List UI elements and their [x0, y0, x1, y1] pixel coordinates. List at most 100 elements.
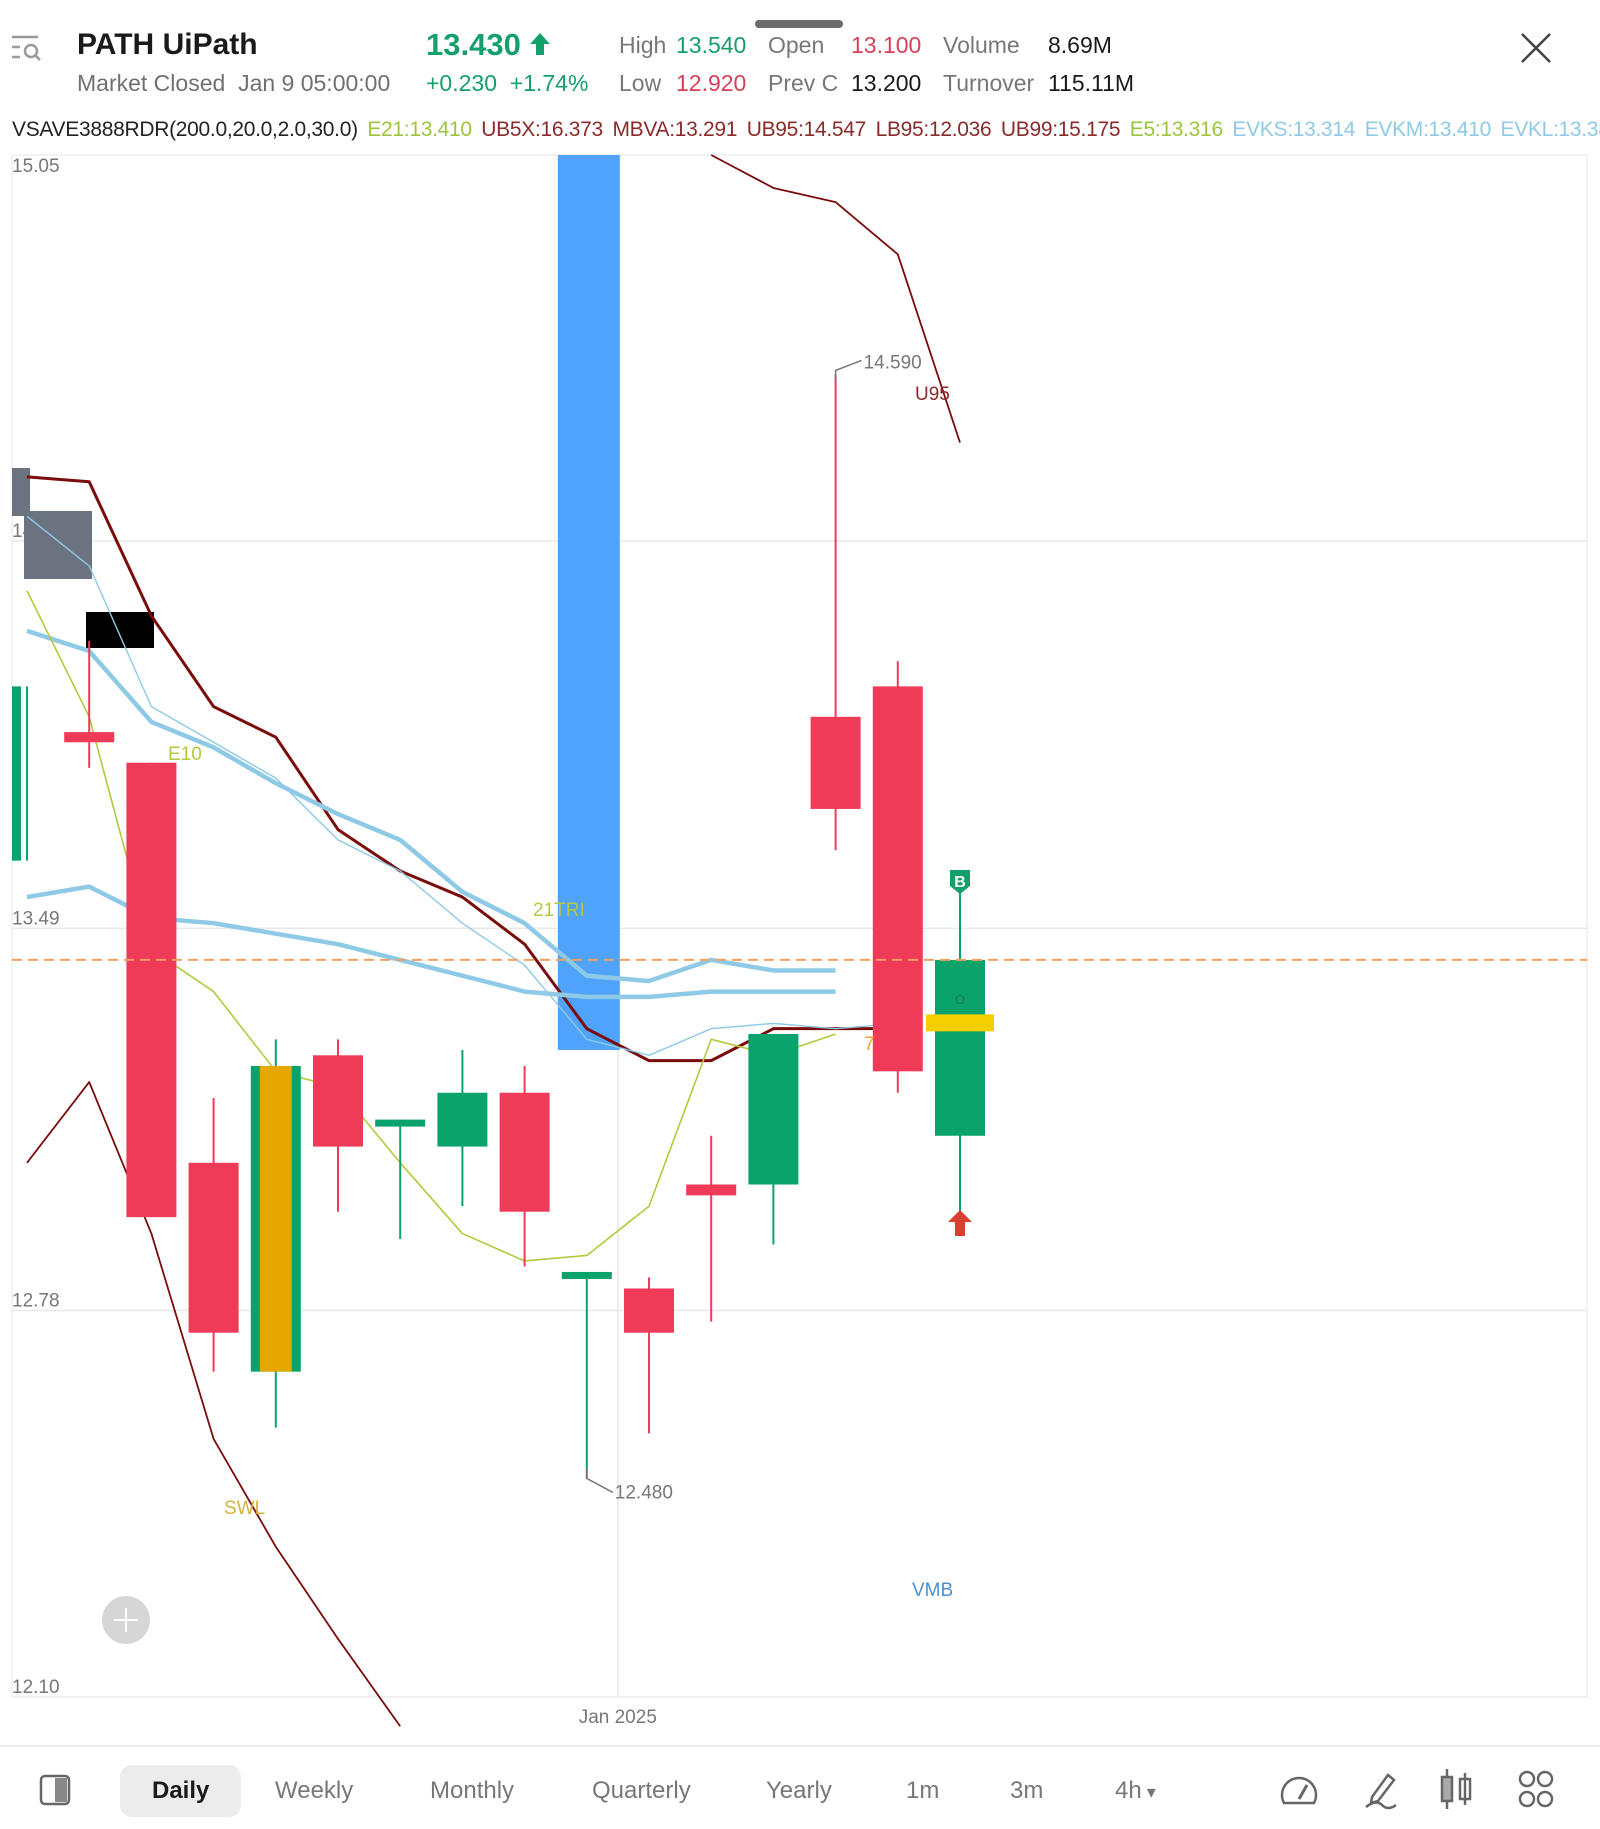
- annotation-21tri: 21TRI: [533, 900, 585, 921]
- close-icon[interactable]: [1518, 30, 1554, 66]
- candle-body: [748, 1033, 799, 1185]
- candle-body: [64, 732, 115, 743]
- indicator-bar[interactable]: VSAVE3888RDR(200.0,20.0,2.0,30.0) E21:13…: [12, 118, 1600, 142]
- price-change: +0.230 +1.74%: [426, 70, 588, 97]
- tab-label: Daily: [152, 1777, 210, 1804]
- stock-title: PATH UiPath: [77, 28, 258, 62]
- candle-body: [935, 959, 985, 1136]
- candle-body: [810, 716, 861, 809]
- ticker-symbol: PATH: [77, 28, 155, 61]
- indicator-value: E21:13.410: [361, 118, 472, 141]
- plus-circle-icon[interactable]: [102, 1596, 150, 1644]
- indicator-value: UB5X:16.373: [475, 118, 603, 141]
- tab-quarterly[interactable]: Quarterly: [592, 1777, 691, 1805]
- candle-body: [872, 686, 923, 1072]
- indicator-value: EVKM:13.410: [1359, 118, 1492, 141]
- low-label: Low: [619, 70, 662, 96]
- annotation-e10: E10: [168, 744, 202, 765]
- volume-label: Volume: [943, 32, 1020, 58]
- status-text: Market Closed: [77, 70, 226, 96]
- indicator-value: E5:13.316: [1124, 118, 1223, 141]
- y-tick-label: 15.05: [12, 156, 60, 177]
- yellow-level-marker: [926, 1014, 994, 1032]
- buy-signal-label: B: [954, 874, 966, 891]
- candle-body: [499, 1092, 550, 1212]
- candlestick-type-icon[interactable]: [1438, 1767, 1474, 1811]
- y-tick-label: 13.49: [12, 908, 60, 929]
- candle-body: [188, 1162, 239, 1333]
- turnover-label: Turnover: [943, 70, 1035, 96]
- arrow-up-signal-icon: [948, 1210, 972, 1236]
- last-price: 13.430: [426, 27, 551, 63]
- tab-monthly[interactable]: Monthly: [430, 1777, 514, 1805]
- list-search-icon[interactable]: [10, 34, 44, 62]
- y-tick-label: 12.10: [12, 1677, 60, 1698]
- annotation-u95: U95: [915, 384, 950, 405]
- candle-body: [12, 686, 21, 861]
- y-tick-label: 12.78: [12, 1291, 60, 1312]
- low-marker-line: [586, 1468, 614, 1494]
- last-price-value: 13.430: [426, 27, 521, 62]
- header: PATH UiPath Market Closed Jan 9 05:00:00…: [0, 0, 1600, 120]
- low-value: 12.920: [676, 70, 747, 96]
- annotation-7: 7: [864, 1034, 875, 1055]
- prev-close-value: 13.200: [851, 70, 922, 96]
- open-label: Open: [768, 32, 825, 58]
- tab-label: Quarterly: [592, 1777, 691, 1804]
- candle-body: [624, 1288, 674, 1333]
- x-tick-label: Jan 2025: [579, 1707, 657, 1728]
- candle-body: [437, 1092, 488, 1147]
- change-value: +0.230: [426, 70, 497, 96]
- annotation-vmb: VMB: [912, 1580, 953, 1601]
- indicator-value: MBVA:13.291: [606, 118, 738, 141]
- arrow-up-icon: [530, 33, 551, 55]
- open-value: 13.100: [851, 32, 922, 58]
- indicator-value: UB99:15.175: [995, 118, 1121, 141]
- timeframe-bar: Daily Weekly Monthly Quarterly Yearly 1m 3m 4h …: [0, 1745, 1600, 1829]
- tab-4h[interactable]: 4h ▾: [1115, 1777, 1156, 1805]
- price-chart[interactable]: 15.0514.2513.4912.7812.10Jan 202512.4801…: [0, 150, 1600, 1740]
- draw-pen-icon[interactable]: [1362, 1769, 1400, 1811]
- indicator-name: VSAVE3888RDR(200.0,20.0,2.0,30.0): [12, 118, 358, 141]
- zone-box: [86, 612, 154, 648]
- indicator-value: EVKL:13.38...: [1500, 118, 1600, 141]
- sidebar-toggle-icon[interactable]: [38, 1773, 72, 1807]
- candle-body: [126, 762, 177, 1218]
- tab-3m[interactable]: 3m: [1010, 1777, 1043, 1805]
- prev-close-label: Prev C: [768, 70, 839, 96]
- high-label: High: [619, 32, 667, 58]
- volume-value: 8.69M: [1048, 32, 1112, 58]
- tab-label: Yearly: [766, 1777, 832, 1804]
- tab-label: 4h: [1115, 1777, 1142, 1804]
- company-name: UiPath: [162, 28, 258, 61]
- turnover-value: 115.11M: [1048, 70, 1135, 96]
- caret-down-icon[interactable]: ▾: [1142, 1782, 1156, 1802]
- drag-handle[interactable]: [755, 20, 843, 28]
- tab-weekly[interactable]: Weekly: [275, 1777, 353, 1805]
- grid-apps-icon[interactable]: [1518, 1769, 1554, 1809]
- annotation-swl: SWL: [224, 1498, 265, 1519]
- candle-body: [375, 1119, 426, 1127]
- high-marker-line: [834, 359, 862, 383]
- tab-daily[interactable]: Daily: [120, 1765, 242, 1817]
- tab-label: Monthly: [430, 1777, 515, 1804]
- tab-label: 3m: [1010, 1777, 1044, 1804]
- indicator-value: UB95:14.547: [741, 118, 867, 141]
- indicator-values: E21:13.410 UB5X:16.373 MBVA:13.291 UB95:…: [362, 118, 1600, 141]
- timestamp: Jan 9 05:00:00: [238, 70, 391, 96]
- plot-frame: [11, 154, 1588, 1698]
- tab-label: Weekly: [275, 1777, 354, 1804]
- tab-1m[interactable]: 1m: [906, 1777, 939, 1805]
- signal-dot: [955, 995, 965, 1005]
- inside-bar-fill: [259, 1065, 292, 1372]
- candle-body: [686, 1184, 737, 1196]
- zone-box: [12, 468, 30, 516]
- change-percent: +1.74%: [509, 70, 589, 96]
- speedometer-icon[interactable]: [1278, 1771, 1320, 1809]
- candle-body: [561, 1271, 612, 1279]
- tab-label: 1m: [906, 1777, 940, 1804]
- high-value: 13.540: [676, 32, 747, 58]
- indicator-value: EVKS:13.314: [1226, 118, 1356, 141]
- tab-yearly[interactable]: Yearly: [766, 1777, 832, 1805]
- low-price-label: 12.480: [615, 1482, 673, 1503]
